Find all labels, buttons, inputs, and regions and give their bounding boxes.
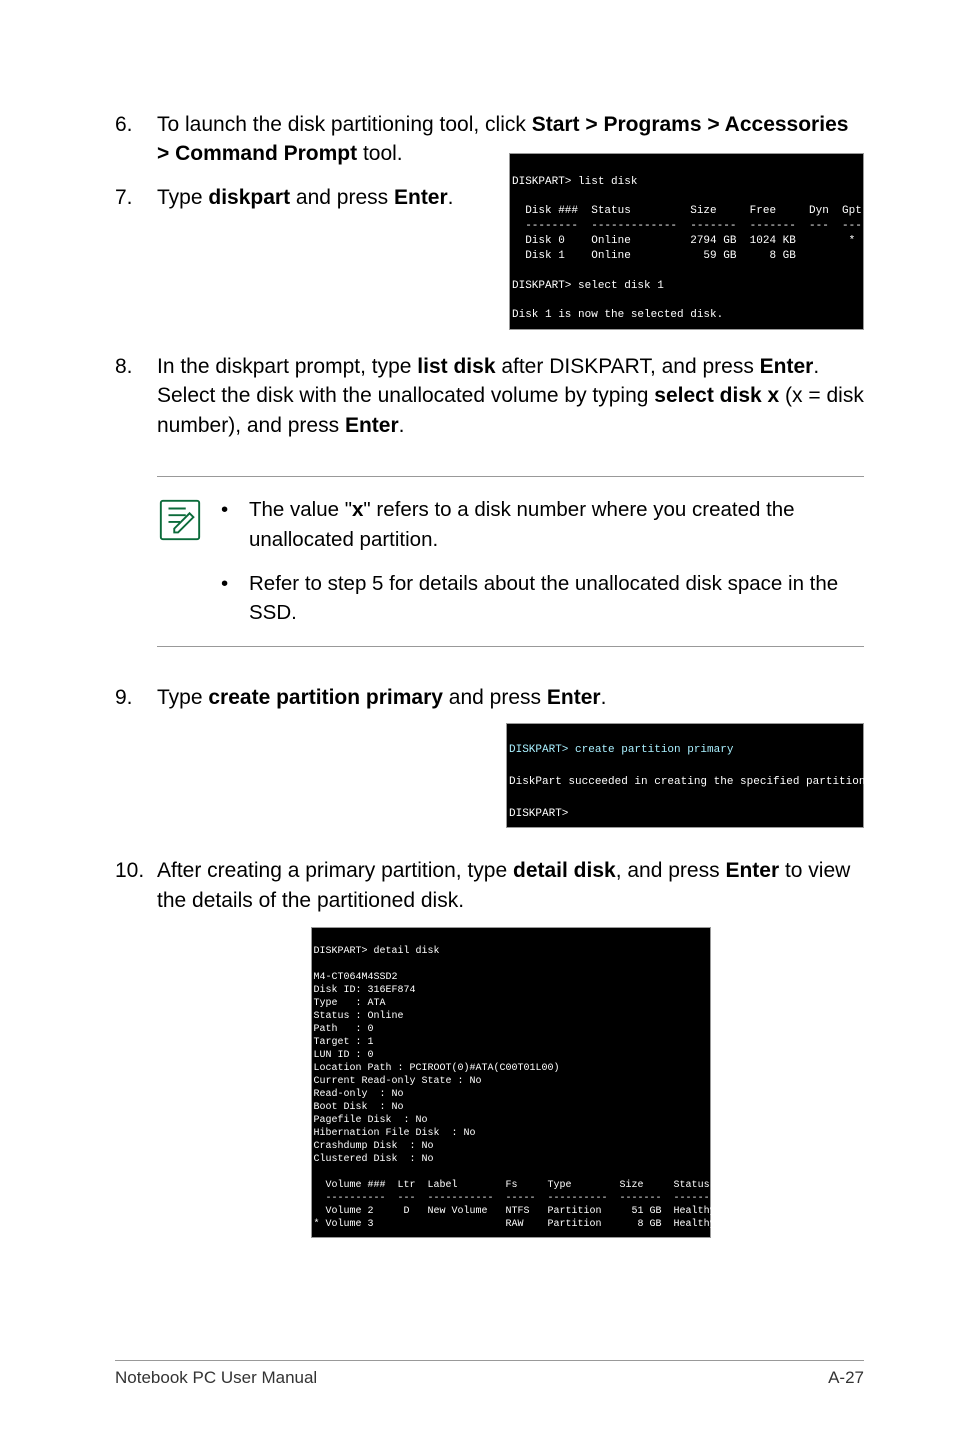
text: The value "	[249, 498, 352, 521]
term-line: Disk ID: 316EF874	[314, 985, 416, 996]
step-number: 7.	[115, 183, 157, 338]
term-line: LUN ID : 0	[314, 1050, 374, 1061]
term-line: Disk 1 is now the selected disk.	[512, 309, 723, 321]
term-line: M4-CT064M4SSD2	[314, 972, 398, 983]
term-line: Read-only : No	[314, 1089, 404, 1100]
text: after DISKPART, and press	[496, 355, 760, 378]
term-line: Path : 0	[314, 1024, 374, 1035]
terminal-box: DISKPART> list disk Disk ### Status Size…	[509, 153, 864, 330]
term-line: Pagefile Disk : No	[314, 1115, 428, 1126]
text: Type	[157, 186, 208, 209]
term-line: Current Read-only State : No	[314, 1076, 482, 1087]
page-footer: Notebook PC User Manual A-27	[115, 1360, 864, 1388]
text: To launch the disk partitioning tool, cl…	[157, 113, 532, 136]
bold: select disk x	[654, 384, 779, 407]
term-line: DISKPART> create partition primary	[509, 744, 733, 756]
step-text: In the diskpart prompt, type list disk a…	[157, 352, 864, 440]
term-line: Boot Disk : No	[314, 1102, 404, 1113]
bullet: •	[221, 569, 249, 628]
term-line: Disk 0 Online 2794 GB 1024 KB *	[512, 235, 855, 247]
term-line: DISKPART> select disk 1	[512, 280, 664, 292]
bold: Enter	[725, 859, 779, 882]
footer-page-number: A-27	[828, 1368, 864, 1388]
term-line: Disk 1 Online 59 GB 8 GB	[512, 250, 796, 262]
step-9: 9. Type create partition primary and pre…	[115, 683, 864, 828]
text: .	[399, 414, 405, 437]
text: tool.	[357, 142, 403, 165]
term-line: Volume 2 D New Volume NTFS Partition 51 …	[314, 1206, 716, 1217]
term-line: Type : ATA	[314, 998, 386, 1009]
bold: list disk	[417, 355, 495, 378]
step-number: 9.	[115, 683, 157, 828]
term-line: ---------- --- ----------- ----- -------…	[314, 1193, 788, 1204]
note-item: • The value "x" refers to a disk number …	[221, 495, 864, 554]
step-7: 7. DISKPART> list disk Disk ### Status S…	[115, 183, 864, 338]
term-line: Clustered Disk : No	[314, 1154, 434, 1165]
step-text: DISKPART> list disk Disk ### Status Size…	[157, 183, 864, 338]
text: .	[448, 186, 454, 209]
step-text: Type create partition primary and press …	[157, 683, 864, 828]
term-line: Target : 1	[314, 1037, 374, 1048]
bold: Enter	[394, 186, 448, 209]
bullet: •	[221, 495, 249, 554]
step-text: After creating a primary partition, type…	[157, 856, 864, 1238]
bold: Enter	[345, 414, 399, 437]
term-line: DISKPART>	[509, 808, 568, 820]
step-8: 8. In the diskpart prompt, type list dis…	[115, 352, 864, 440]
step-number: 10.	[115, 856, 157, 1238]
text: .	[601, 686, 607, 709]
term-line: -------- ------------- ------- ------- -…	[512, 220, 862, 232]
text: Refer to step 5 for details about the un…	[249, 569, 864, 628]
term-line: DISKPART> detail disk	[314, 946, 440, 957]
step-10: 10. After creating a primary partition, …	[115, 856, 864, 1238]
bold: create partition primary	[208, 686, 443, 709]
bold: Enter	[760, 355, 814, 378]
terminal-screenshot-2: DISKPART> create partition primary DiskP…	[506, 723, 864, 829]
term-line: Crashdump Disk : No	[314, 1141, 434, 1152]
term-line: DiskPart succeeded in creating the speci…	[509, 776, 872, 788]
term-line: Volume ### Ltr Label Fs Type Size Status…	[314, 1180, 764, 1191]
term-line: Location Path : PCIROOT(0)#ATA(C00T01L00…	[314, 1063, 560, 1074]
step-number: 6.	[115, 110, 157, 169]
bold: x	[352, 498, 363, 521]
text: Type	[157, 686, 208, 709]
text: After creating a primary partition, type	[157, 859, 513, 882]
bold: detail disk	[513, 859, 616, 882]
bold: Enter	[547, 686, 601, 709]
term-line: Status : Online	[314, 1011, 404, 1022]
step-number: 8.	[115, 352, 157, 440]
bold: diskpart	[208, 186, 290, 209]
note-icon	[157, 495, 221, 628]
note-block: • The value "x" refers to a disk number …	[157, 476, 864, 647]
note-items: • The value "x" refers to a disk number …	[221, 495, 864, 628]
term-line: * Volume 3 RAW Partition 8 GB Healthy	[314, 1219, 716, 1230]
term-line: Disk ### Status Size Free Dyn Gpt	[512, 205, 862, 217]
term-line: DISKPART> list disk	[512, 176, 637, 188]
text: , and press	[616, 859, 726, 882]
terminal-screenshot-3: DISKPART> detail disk M4-CT064M4SSD2 Dis…	[311, 927, 711, 1238]
term-line: Hibernation File Disk : No	[314, 1128, 476, 1139]
text: and press	[443, 686, 547, 709]
note-item: • Refer to step 5 for details about the …	[221, 569, 864, 628]
text: In the diskpart prompt, type	[157, 355, 417, 378]
text: and press	[290, 186, 394, 209]
footer-left: Notebook PC User Manual	[115, 1368, 317, 1388]
terminal-screenshot-1: DISKPART> list disk Disk ### Status Size…	[509, 153, 864, 330]
